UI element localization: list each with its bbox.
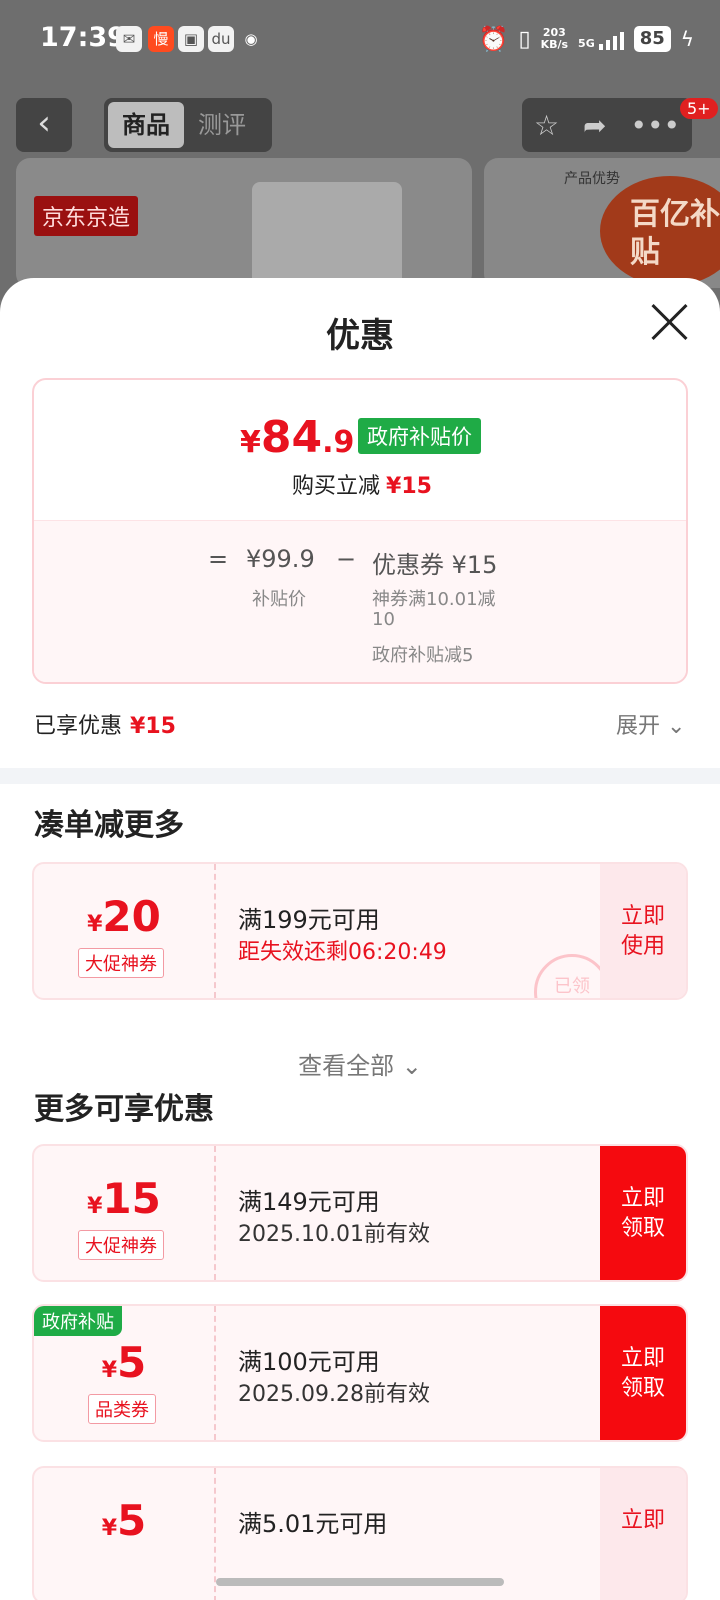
chevron-down-icon: ⌄ (660, 714, 686, 739)
status-right: ⏰ ▯ 203 KB/s 5G 85 ϟ (479, 24, 694, 54)
more-icon[interactable]: ••• (630, 109, 680, 142)
coupon-condition: 满100元可用 (238, 1348, 380, 1376)
tab-bar: 商品 测评 (104, 98, 272, 152)
coupon-detail-1: 神券满10.01减 (372, 589, 496, 610)
equals-sign: = (208, 545, 229, 573)
product-card-2[interactable]: 产品优势 百亿补贴 (484, 158, 720, 288)
alarm-icon: ⏰ (478, 25, 509, 53)
vibrate-icon: ▯ (518, 26, 531, 52)
coupon-countdown: 距失效还剩06:20:49 (238, 940, 447, 965)
charging-icon: ϟ (680, 27, 694, 51)
net-speed: 203 KB/s (540, 26, 569, 51)
tab-product[interactable]: 商品 (108, 102, 184, 148)
discount-sheet: 优惠 ¥84.9 政府补贴价 购买立减 ¥15 = ¥99.9 补贴价 − 优惠券… (0, 278, 720, 1600)
coupon-value: ¥15 (87, 1174, 161, 1223)
view-all-button[interactable]: 查看全部 ⌄ (0, 1046, 720, 1081)
subsidy-badge: 百亿补贴 (600, 176, 720, 286)
final-price: ¥84.9 (240, 412, 355, 463)
coupon-total: 优惠券 ¥15 (372, 551, 498, 579)
chevron-left-icon: ‹ (37, 103, 51, 143)
coupon-type: 大促神券 (78, 948, 164, 978)
coupon-condition: 满149元可用 (238, 1188, 380, 1216)
coupon-divider (214, 1146, 216, 1280)
status-bar: 17:39 ✉ 慢 ▣ du ◉ ⏰ ▯ 203 KB/s 5G 85 ϟ (0, 0, 720, 80)
coupon-card: ¥20 大促神券 满199元可用 距失效还剩06:20:49 已领 立即 使用 (32, 862, 688, 1000)
coupon-value-area: ¥15 大促神券 (34, 1146, 214, 1280)
status-time: 17:39 (40, 22, 126, 53)
coupon-value-area: ¥5 品类券 (34, 1306, 214, 1440)
enjoyed-discount: 已享优惠 ¥15 (34, 714, 176, 739)
signal-group: 5G (578, 28, 624, 50)
use-now-button[interactable]: 立即 使用 (600, 864, 686, 998)
wechat-icon: ✉ (116, 26, 142, 52)
coupon-expiry: 2025.10.01前有效 (238, 1222, 430, 1247)
claim-button[interactable]: 立即 (600, 1468, 686, 1600)
home-indicator[interactable] (216, 1578, 504, 1586)
claimed-stamp: 已领 (534, 954, 610, 998)
network-type: 5G (578, 37, 595, 50)
weibo-icon: ◉ (244, 30, 258, 48)
coupon-card: 政府补贴 ¥5 品类券 满100元可用 2025.09.28前有效 立即 领取 (32, 1304, 688, 1442)
coupon-detail-2: 政府补贴减5 (372, 645, 474, 666)
card-title: 产品优势 (564, 171, 620, 187)
signal-icon (598, 28, 624, 50)
expand-button[interactable]: 展开 ⌄ (616, 708, 685, 740)
gov-subsidy-tag: 政府补贴价 (358, 418, 481, 454)
coupon-type: 品类券 (88, 1394, 156, 1424)
instant-discount: 购买立减 ¥15 (292, 474, 432, 499)
dewu-icon: du (208, 26, 234, 52)
minus-sign: − (336, 545, 357, 573)
coupon-value: ¥5 (101, 1496, 147, 1545)
close-icon[interactable] (650, 302, 690, 342)
action-group: ☆ ➦ ••• (522, 98, 692, 152)
coupon-divider (214, 1306, 216, 1440)
coupon-value: ¥20 (87, 892, 161, 941)
share-icon[interactable]: ➦ (583, 109, 606, 142)
coupon-type: 大促神券 (78, 1230, 164, 1260)
product-image (252, 182, 402, 288)
coupon-detail-1b: 10 (372, 609, 395, 630)
notification-badge: 5+ (680, 98, 718, 119)
top-nav: ‹ 商品 测评 ☆ ➦ ••• (0, 98, 720, 154)
back-button[interactable]: ‹ (16, 98, 72, 152)
price-top: ¥84.9 政府补贴价 购买立减 ¥15 (34, 380, 686, 520)
coupon-expiry: 2025.09.28前有效 (238, 1382, 430, 1407)
sheet-title: 优惠 (326, 316, 394, 356)
subsidy-price-label: 补贴价 (252, 589, 306, 610)
price-box: ¥84.9 政府补贴价 购买立减 ¥15 = ¥99.9 补贴价 − 优惠券 ¥1… (32, 378, 688, 684)
coupon-value: ¥5 (101, 1338, 147, 1387)
chevron-down-icon: ⌄ (394, 1052, 422, 1080)
app-notification-icon: 慢 (148, 26, 174, 52)
tab-review[interactable]: 测评 (184, 102, 260, 148)
section-divider (0, 768, 720, 784)
section-title-combine: 凑单减更多 (34, 808, 184, 843)
cat-app-icon: ▣ (178, 26, 204, 52)
battery-level: 85 (633, 26, 671, 52)
brand-tag: 京东京造 (34, 196, 139, 236)
coupon-value-area: ¥5 (34, 1468, 214, 1600)
coupon-divider (214, 864, 216, 998)
coupon-value-area: ¥20 大促神券 (34, 864, 214, 998)
subsidy-price: ¥99.9 (246, 545, 315, 573)
section-title-more: 更多可享优惠 (34, 1092, 214, 1127)
coupon-condition: 满5.01元可用 (238, 1510, 388, 1538)
claim-button[interactable]: 立即 领取 (600, 1306, 686, 1440)
star-icon[interactable]: ☆ (534, 109, 559, 142)
price-breakdown: = ¥99.9 补贴价 − 优惠券 ¥15 神券满10.01减 10 政府补贴减… (34, 520, 686, 682)
coupon-card: ¥15 大促神券 满149元可用 2025.10.01前有效 立即 领取 (32, 1144, 688, 1282)
product-card[interactable]: 京东京造 (16, 158, 472, 288)
claim-button[interactable]: 立即 领取 (600, 1146, 686, 1280)
coupon-condition: 满199元可用 (238, 906, 380, 934)
